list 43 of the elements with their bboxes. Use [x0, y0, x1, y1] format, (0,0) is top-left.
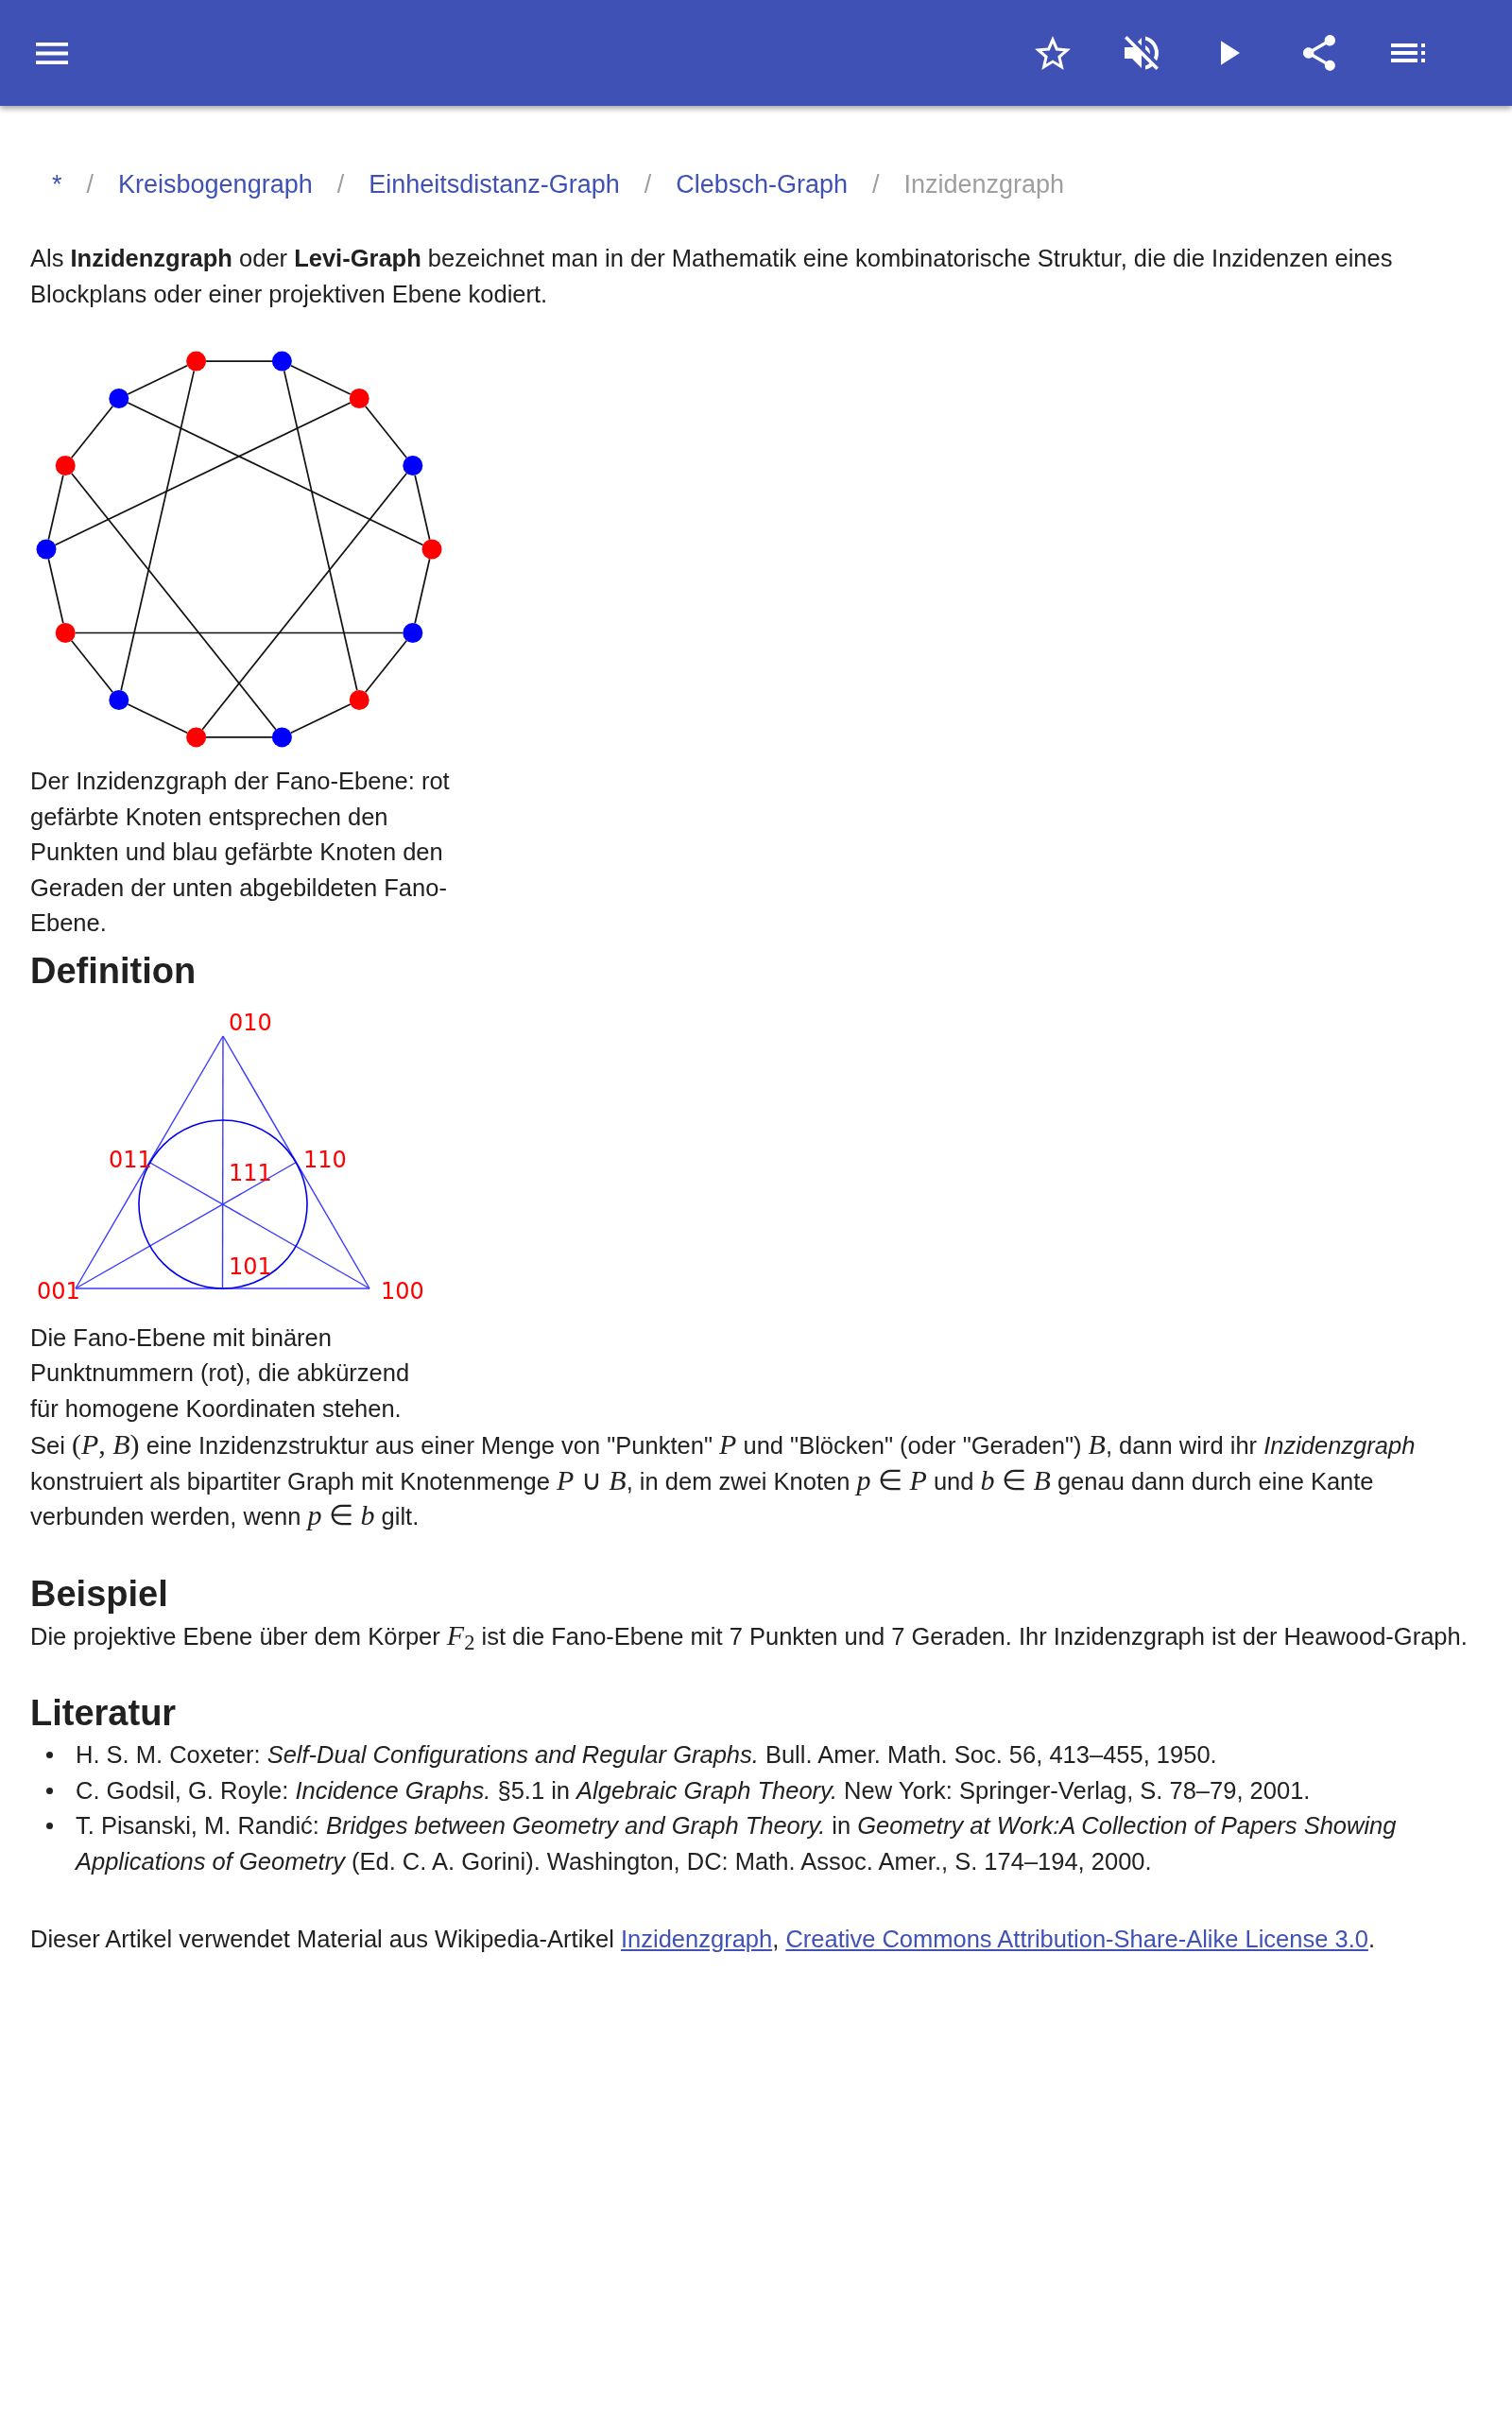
breadcrumb-link[interactable]: Einheitsdistanz-Graph	[369, 165, 620, 203]
text-link[interactable]: Creative Commons Attribution-Share-Alike License 3.0	[785, 1926, 1368, 1952]
point-label: 100	[381, 1277, 424, 1305]
breadcrumb-current: Inzidenzgraph	[903, 169, 1065, 200]
breadcrumb-separator: /	[336, 169, 345, 200]
reference-text: T. Pisanski, M. Randić: Bridges between Geometry and Graph Theory. in Geometry at Work:A Collection of Papers Showing Applications of Geometry (Ed. C. A. Gorini). Washington, DC: Math. Assoc. Amer., S. 174–194, 2000.	[76, 1811, 1398, 1876]
share-icon[interactable]	[1303, 35, 1335, 71]
list-icon[interactable]	[1391, 43, 1425, 62]
graph-edge	[47, 558, 64, 625]
point-label: 010	[229, 1009, 272, 1036]
body-paragraph: Sei (P, B) eine Inzidenzstruktur aus einer Menge von "Punkten" P und "Blöcken" (oder "Geraden") B, dann wird ihr Inzidenzgraph konstruiert als bipartiter Graph mit Knotenmenge P ∪ B, in dem zwei Knoten p ∈ P und b ∈ B genau dann durch eine Kante verbunden werden, wenn p ∈ b gilt.	[30, 1428, 1417, 1532]
graph-edge	[205, 736, 273, 738]
point-label: 111	[229, 1159, 272, 1186]
bullet-icon	[46, 1752, 53, 1758]
attribution-paragraph: Dieser Artikel verwendet Material aus Wikipedia-Artikel Inzidenzgraph, Creative Commons Attribution-Share-Alike License 3.0.	[30, 1925, 1376, 1954]
section-heading: Definition	[30, 949, 198, 992]
graph-edge	[205, 360, 273, 362]
point-label: 011	[109, 1146, 152, 1173]
speaker-muted-icon[interactable]	[1125, 36, 1159, 70]
body-paragraph: Die projektive Ebene über dem Körper F$_{2}$ ist die Fano-Ebene mit 7 Punkten und 7 Geraden. Ihr Inzidenzgraph ist der Heawood-Graph.	[30, 1618, 1469, 1654]
text-link[interactable]: Inzidenzgraph	[621, 1926, 773, 1952]
breadcrumb-separator: /	[871, 169, 880, 200]
breadcrumb-link[interactable]: Clebsch-Graph	[676, 165, 848, 203]
breadcrumb-link[interactable]: Kreisbogengraph	[118, 165, 313, 203]
section-heading: Beispiel	[30, 1572, 169, 1615]
bullet-icon	[46, 1823, 53, 1829]
graph-edge	[414, 558, 431, 625]
reference-text: H. S. M. Coxeter: Self-Dual Configurations and Regular Graphs. Bull. Amer. Math. Soc. 56, 413–455, 1950.	[76, 1740, 1218, 1770]
bullet-icon	[46, 1787, 53, 1794]
figure-caption: Die Fano-Ebene mit binären Punktnummern (rot), die abkürzend für homogene Koordinaten stehen.	[30, 1322, 411, 1424]
play-icon[interactable]	[1221, 41, 1240, 65]
breadcrumb-separator: /	[644, 169, 652, 200]
star-icon[interactable]	[1035, 36, 1071, 70]
intro-paragraph: Als Inzidenzgraph oder Levi-Graph bezeichnet man in der Mathematik eine kombinatorische Struktur, die die Inzidenzen eines Blockplans oder einer projektiven Ebene kodiert.	[30, 244, 1394, 309]
breadcrumb-link[interactable]: *	[52, 165, 62, 203]
point-label: 101	[229, 1253, 272, 1280]
point-label: 110	[303, 1146, 347, 1173]
breadcrumb-separator: /	[86, 169, 94, 200]
section-heading: Literatur	[30, 1692, 178, 1734]
menu-icon[interactable]	[36, 42, 68, 64]
point-label: 001	[37, 1277, 80, 1305]
figure-caption: Der Inzidenzgraph der Fano-Ebene: rot gefärbte Knoten entsprechen den Punkten und blau gefärbte Knoten den Geraden der unten abgebildeten Fano-Ebene.	[30, 767, 451, 938]
reference-text: C. Godsil, G. Royle: Incidence Graphs. §5.1 in Algebraic Graph Theory. New York: Springer-Verlag, S. 78–79, 2001.	[76, 1775, 1312, 1806]
